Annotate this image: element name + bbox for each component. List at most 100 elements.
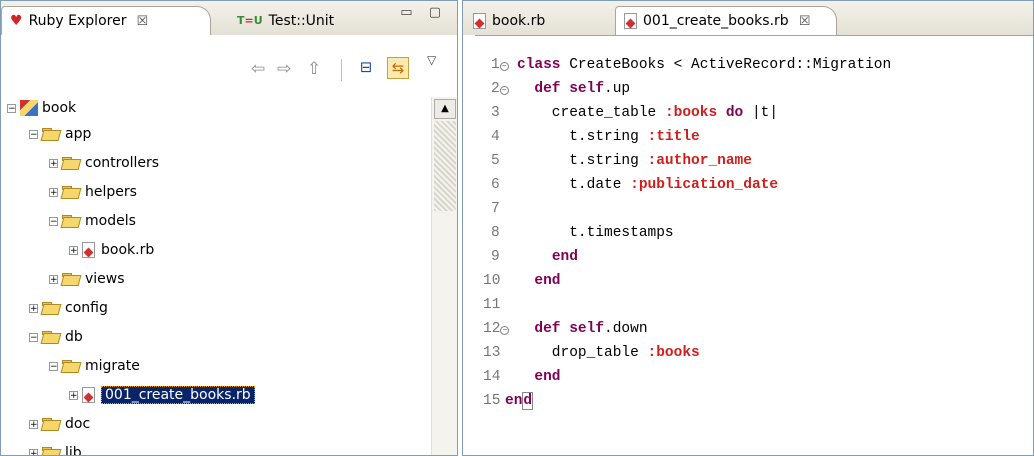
tab-001-create-books-rb-label: 001_create_books.rb [643,13,789,29]
code-line: end [505,392,534,410]
tree-item-book[interactable]: − book [7,97,76,119]
tree-item-doc[interactable]: + doc [29,413,90,435]
project-tree: − book − app + controllers + helpers − m… [1,97,431,456]
tree-item-controllers[interactable]: + controllers [49,152,159,174]
collapse-all-icon[interactable]: ⊟ [355,57,377,79]
fold-icon[interactable]: − [499,86,509,95]
tree-item-migrate[interactable]: − migrate [49,355,140,377]
ruby-project-icon [20,100,38,116]
tree-item-lib[interactable]: + lib [29,442,82,456]
expand-icon[interactable]: + [69,245,78,255]
tab-test-unit[interactable]: T=U Test::Unit [229,6,359,35]
collapse-icon[interactable]: − [29,129,38,139]
line-number: 9 [491,249,500,265]
code-line: t.date :publication_date [517,177,779,193]
line-number: 6 [491,177,500,193]
link-with-editor-icon[interactable]: ⇆ [387,57,409,79]
code-line: end [534,369,561,385]
expand-icon[interactable]: + [29,419,38,429]
tab-book-rb[interactable]: book.rb [465,6,595,35]
fold-icon[interactable]: − [499,62,509,71]
tree-item-label: app [65,126,92,142]
ruby-file-icon [624,13,637,29]
folder-icon [62,186,80,198]
up-icon[interactable]: ⇧ [307,59,321,79]
code-line: end [534,273,561,289]
tree-item-001-create-books-rb[interactable]: + 001_create_books.rb [69,384,255,406]
expand-icon[interactable]: + [49,158,58,168]
tree-item-label: lib [65,445,82,456]
tab-ruby-explorer[interactable]: ♥ Ruby Explorer ☒ [1,6,211,35]
tree-item-label: book.rb [101,242,155,258]
expand-icon[interactable]: + [49,187,58,197]
config-folder-icon [42,302,60,314]
tree-item-helpers[interactable]: + helpers [49,181,137,203]
expand-icon[interactable]: + [29,448,38,455]
expand-icon[interactable]: + [49,274,58,284]
line-number: 12− [483,317,510,341]
explorer-tabbar: ♥ Ruby Explorer ☒ T=U Test::Unit ▭ ▢ [1,1,457,36]
ruby-file-icon [82,387,95,403]
code-line: t.string :author_name [517,153,752,169]
tree-item-label: config [65,300,108,316]
line-number: 11 [483,297,501,313]
tab-001-create-books-rb[interactable]: 001_create_books.rb ☒ [615,6,837,35]
tree-item-label: helpers [85,184,137,200]
folder-icon [42,128,60,140]
scroll-up-icon[interactable]: ▲ [434,99,456,119]
line-number: 13 [483,345,501,361]
tree-item-label: models [85,213,136,229]
collapse-icon[interactable]: − [49,361,58,371]
folder-icon [62,215,80,227]
tree-item-models[interactable]: − models [49,210,136,232]
ruby-icon: ♥ [10,13,23,29]
code-line: drop_table :books [517,345,700,361]
back-icon[interactable]: ⇦ [251,59,265,79]
line-number: 2− [491,77,509,101]
tree-item-label: controllers [85,155,160,171]
code-line: create_table :books do |t| [517,105,779,121]
collapse-icon[interactable]: − [29,332,38,342]
folder-icon [42,447,60,455]
view-menu-icon[interactable]: ▽ [427,53,436,67]
code-line: t.string :title [517,129,700,145]
tree-item-book-rb[interactable]: + book.rb [69,239,154,261]
line-number: 5 [491,153,500,169]
line-number: 3 [491,105,500,121]
folder-icon [62,273,80,285]
code-line: end [551,249,578,265]
toolbar-separator [341,59,342,81]
collapse-icon[interactable]: − [49,216,58,226]
forward-icon[interactable]: ⇨ [277,59,291,79]
code-editor[interactable]: 1− 2− 3 4 5 6 7 8 9 10 11 12− 13 14 15 c… [475,35,1033,455]
folder-icon [42,418,60,430]
tree-item-db[interactable]: − db [29,326,83,348]
tree-item-app[interactable]: − app [29,123,91,145]
expand-icon[interactable]: + [69,390,78,400]
tree-item-label-selected: 001_create_books.rb [101,386,255,404]
expand-icon[interactable]: + [29,303,38,313]
folder-icon [62,157,80,169]
editor-panel: book.rb 001_create_books.rb ☒ 1− 2− 3 4 … [462,0,1034,456]
folder-icon [62,360,80,372]
ruby-file-icon [82,242,95,258]
line-number: 14 [483,369,501,385]
view-minimize-maximize-icons[interactable]: ▭ ▢ [400,5,447,20]
editor-gutter [463,35,475,455]
fold-icon[interactable]: − [500,326,510,335]
tree-item-config[interactable]: + config [29,297,108,319]
close-icon[interactable]: ☒ [136,14,148,29]
collapse-icon[interactable]: − [7,103,16,113]
ruby-explorer-panel: ♥ Ruby Explorer ☒ T=U Test::Unit ▭ ▢ ⇦ ⇨… [0,0,458,456]
tree-item-views[interactable]: + views [49,268,125,290]
explorer-toolbar: ⇦ ⇨ ⇧ ⊟ ⇆ ▽ [1,35,457,97]
text-cursor: d [522,392,534,410]
folder-icon [42,331,60,343]
code-line: class CreateBooks < ActiveRecord::Migrat… [517,57,892,73]
tab-ruby-explorer-label: Ruby Explorer [28,13,127,29]
tree-scrollbar[interactable]: ▲ [431,97,457,455]
code-line: t.timestamps [517,225,674,241]
line-number: 4 [491,129,500,145]
scroll-thumb[interactable] [434,121,456,211]
close-icon[interactable]: ☒ [799,14,811,29]
